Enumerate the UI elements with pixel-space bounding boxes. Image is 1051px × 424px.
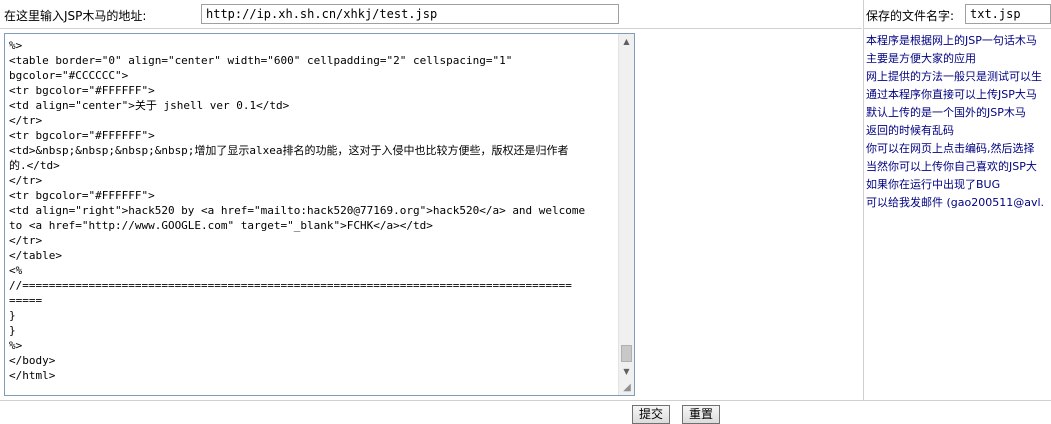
url-row: 在这里输入JSP木马的地址: http://ip.xh.sh.cn/xhkj/t… bbox=[0, 0, 862, 29]
column-divider bbox=[863, 29, 864, 400]
info-line: 当然你可以上传你自己喜欢的JSP大 bbox=[866, 160, 1037, 173]
url-label: 在这里输入JSP木马的地址: bbox=[4, 9, 147, 23]
url-input[interactable]: http://ip.xh.sh.cn/xhkj/test.jsp bbox=[201, 4, 619, 24]
filename-input[interactable]: txt.jsp bbox=[965, 4, 1051, 24]
info-line: 主要是方便大家的应用 bbox=[866, 52, 976, 65]
filename-row: 保存的文件名字: txt.jsp bbox=[863, 0, 1051, 29]
info-line: 默认上传的是一个国外的JSP木马 bbox=[866, 106, 1026, 119]
info-line: 网上提供的方法一般只是测试可以生 bbox=[866, 70, 1042, 83]
bottom-divider bbox=[0, 400, 1051, 401]
filename-label: 保存的文件名字: bbox=[866, 9, 955, 23]
info-line: 如果你在运行中出现了BUG bbox=[866, 178, 1001, 191]
info-line: 你可以在网页上点击编码,然后选择 bbox=[866, 142, 1035, 155]
info-line: 返回的时候有乱码 bbox=[866, 124, 954, 137]
info-panel: 本程序是根据网上的JSP一句话木马 主要是方便大家的应用 网上提供的方法一般只是… bbox=[866, 32, 1051, 212]
code-text[interactable]: %> <table border="0" align="center" widt… bbox=[9, 38, 619, 383]
reset-button[interactable]: 重置 bbox=[682, 405, 721, 424]
scroll-down-icon[interactable]: ▼ bbox=[619, 364, 634, 380]
scroll-up-icon[interactable]: ▲ bbox=[619, 34, 634, 50]
info-line: 本程序是根据网上的JSP一句话木马 bbox=[866, 34, 1037, 47]
code-editor[interactable]: %> <table border="0" align="center" widt… bbox=[4, 33, 635, 396]
info-line: 可以给我发邮件 (gao200511@avl. bbox=[866, 196, 1045, 209]
vertical-scrollbar[interactable]: ▲ ▼ bbox=[618, 34, 634, 395]
info-line: 通过本程序你直接可以上传JSP大马 bbox=[866, 88, 1037, 101]
resize-grip-icon[interactable]: ◢ bbox=[621, 382, 633, 394]
submit-button[interactable]: 提交 bbox=[632, 405, 671, 424]
scrollbar-thumb[interactable] bbox=[621, 345, 632, 362]
